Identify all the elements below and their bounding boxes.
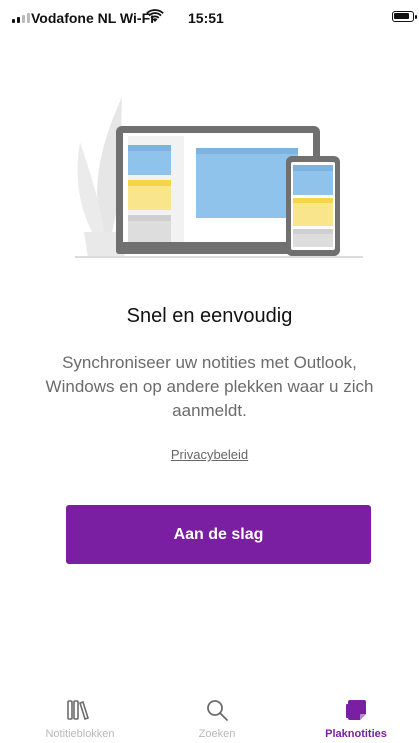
privacy-policy-link[interactable]: Privacybeleid: [0, 447, 419, 462]
sidebar-card-gray-header: [128, 215, 171, 221]
sidebar-card-blue-header: [128, 145, 171, 151]
carrier-label: Vodafone NL Wi-Fi: [31, 10, 155, 26]
clock: 15:51: [188, 10, 224, 26]
wifi-icon: [146, 9, 164, 26]
sticky-notes-icon: [344, 696, 368, 724]
status-bar: Vodafone NL Wi-Fi 15:51: [0, 0, 419, 36]
tab-label: Zoeken: [198, 728, 236, 740]
devices-illustration: [75, 97, 363, 258]
onboarding-description: Synchroniseer uw notities met Outlook, W…: [45, 353, 374, 420]
signal-icon: [12, 13, 30, 23]
tab-sticky-notes[interactable]: Plaknotities: [301, 690, 411, 743]
main-note-header: [196, 148, 298, 154]
tab-search[interactable]: Zoeken: [162, 690, 272, 743]
tab-label: Plaknotities: [325, 728, 387, 740]
screen: Vodafone NL Wi-Fi 15:51 Snel en eenvoudi…: [0, 0, 419, 743]
tab-label: Notitieblokken: [45, 728, 115, 740]
notebooks-icon: [67, 696, 93, 724]
tab-notebooks[interactable]: Notitieblokken: [25, 690, 135, 743]
onboarding-title: Snel en eenvoudig: [126, 305, 293, 327]
battery-icon: [392, 11, 414, 22]
phone-card-yellow-header: [293, 198, 333, 203]
floor-line: [75, 256, 363, 258]
phone-card-gray-header: [293, 229, 333, 234]
tab-bar: Notitieblokken Zoeken Plaknotities: [0, 690, 419, 743]
search-icon: [205, 696, 229, 724]
sidebar-card-yellow-header: [128, 180, 171, 186]
get-started-button[interactable]: Aan de slag: [66, 505, 371, 564]
battery-tip: [415, 15, 417, 19]
main-note: [196, 148, 298, 218]
phone-card-blue-header: [293, 165, 333, 171]
